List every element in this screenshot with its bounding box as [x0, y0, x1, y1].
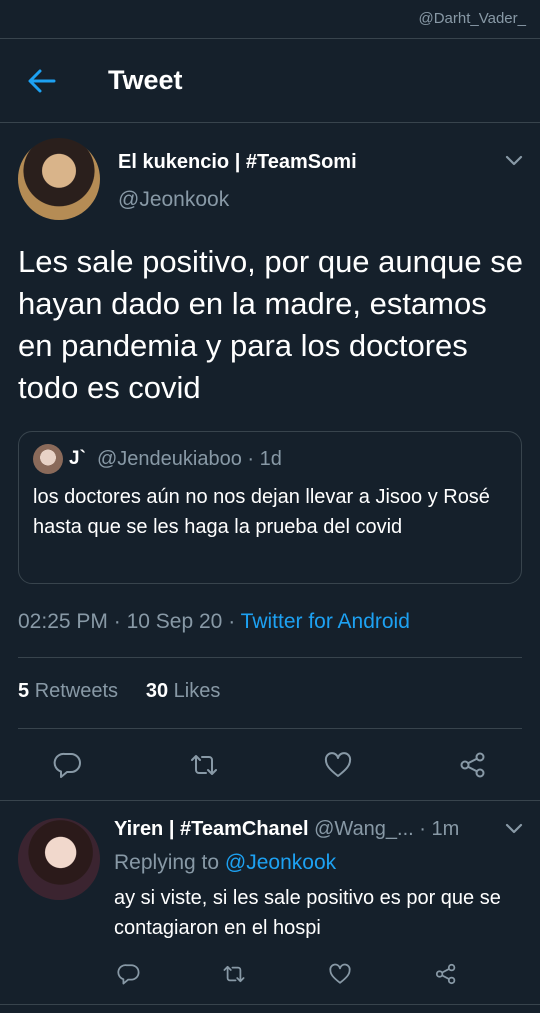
retweets-label[interactable]: Retweets: [35, 680, 118, 702]
likes-count[interactable]: 30: [146, 680, 168, 702]
reply-avatar[interactable]: [18, 818, 100, 900]
timestamp-row: 02:25 PM · 10 Sep 20 · Twitter for Andro…: [18, 610, 410, 634]
author-name[interactable]: El kukencio | #TeamSomi: [118, 151, 357, 174]
quote-handle: @Jendeukiaboo: [97, 448, 242, 470]
chevron-down-icon[interactable]: [504, 822, 524, 836]
reply-icon[interactable]: [53, 750, 83, 780]
section-divider: [0, 800, 540, 801]
share-icon[interactable]: [458, 750, 488, 780]
replying-label: Replying to: [114, 851, 220, 874]
reply-time: 1m: [431, 818, 460, 840]
source-link[interactable]: Twitter for Android: [241, 610, 410, 633]
author-avatar[interactable]: [18, 138, 100, 220]
replying-to: Replying to @Jeonkook: [114, 851, 336, 875]
arrow-left-icon[interactable]: [26, 67, 58, 95]
quoted-tweet[interactable]: J` @Jendeukiaboo · 1d los doctores aún n…: [18, 431, 522, 584]
retweets-count[interactable]: 5: [18, 680, 29, 702]
quote-author-name: J`: [69, 448, 86, 469]
quote-text: los doctores aún no nos dejan llevar a J…: [33, 486, 490, 538]
reply-icon[interactable]: [117, 962, 141, 986]
reply-text: ay si viste, si les sale positivo es por…: [114, 887, 501, 939]
quote-separator: ·: [247, 448, 255, 470]
replying-mention[interactable]: @Jeonkook: [225, 851, 336, 874]
quote-meta: @Jendeukiaboo · 1d: [97, 448, 282, 471]
top-bar: Tweet: [0, 38, 540, 123]
stats-row: 5 Retweets 30 Likes: [18, 680, 220, 703]
like-icon[interactable]: [328, 962, 352, 986]
quote-time: 1d: [259, 448, 282, 470]
divider: [18, 728, 522, 729]
section-divider: [0, 1004, 540, 1005]
share-icon[interactable]: [434, 962, 458, 986]
like-icon[interactable]: [323, 750, 353, 780]
tweet-time: 02:25 PM: [18, 610, 108, 633]
page-title: Tweet: [108, 65, 183, 95]
reply-handle[interactable]: @Wang_...: [314, 818, 414, 840]
dot-separator: ·: [228, 610, 236, 633]
dot-separator: ·: [113, 610, 121, 633]
divider: [18, 657, 522, 658]
author-handle[interactable]: @Jeonkook: [118, 188, 229, 212]
reply-separator: ·: [419, 818, 426, 840]
tweet-date: 10 Sep 20: [126, 610, 223, 633]
reply-header: Yiren | #TeamChanel @Wang_... · 1m: [114, 818, 494, 841]
chevron-down-icon[interactable]: [504, 154, 524, 168]
tweet-text: Les sale positivo, por que aunque se hay…: [18, 244, 523, 405]
watermark: @Darht_Vader_: [418, 10, 526, 27]
retweet-icon[interactable]: [222, 962, 246, 986]
retweet-icon[interactable]: [189, 750, 219, 780]
likes-label[interactable]: Likes: [174, 680, 221, 702]
reply-author-name[interactable]: Yiren | #TeamChanel: [114, 818, 309, 840]
quote-avatar: [33, 444, 63, 474]
